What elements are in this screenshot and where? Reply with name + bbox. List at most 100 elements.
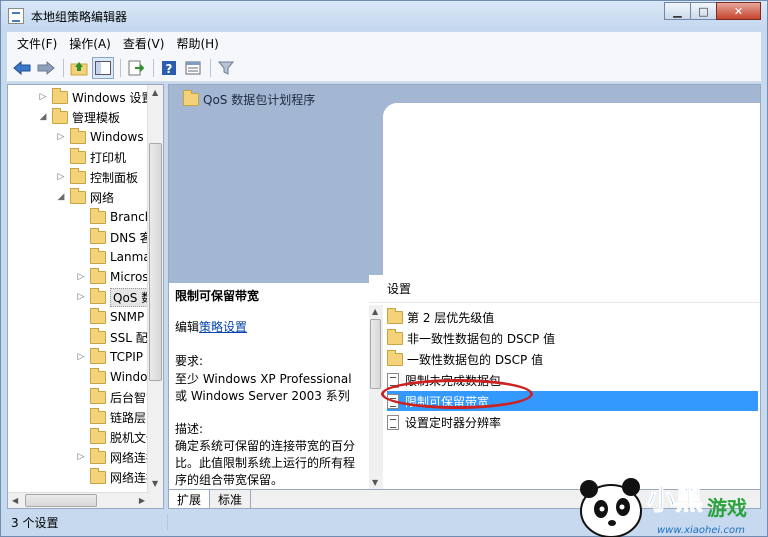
export-list-button[interactable] <box>125 57 147 79</box>
collapse-arrow-icon[interactable]: ◢ <box>38 112 48 122</box>
filter-icon <box>218 61 234 75</box>
tree-item[interactable]: 链路层 <box>76 407 146 427</box>
menu-action[interactable]: 操作(A) <box>63 35 117 52</box>
folder-icon <box>90 267 106 284</box>
scroll-up-icon[interactable]: ▲ <box>152 88 158 97</box>
watermark-text-2: 游戏 <box>707 496 747 520</box>
status-text: 3 个设置 <box>11 515 59 530</box>
tree-horizontal-scrollbar[interactable]: ◀ ▶ <box>8 492 149 508</box>
column-header-setting[interactable]: 设置 <box>369 275 760 303</box>
scroll-up-icon[interactable]: ▲ <box>372 307 378 316</box>
up-button[interactable] <box>68 57 90 79</box>
tab-standard[interactable]: 标准 <box>210 490 252 508</box>
menu-help[interactable]: 帮助(H) <box>170 35 224 52</box>
toolbar-separator <box>210 58 211 77</box>
tree-item[interactable]: ▷ 网络连接 <box>76 447 158 467</box>
window-title: 本地组策略编辑器 <box>31 10 128 24</box>
tree-vscroll-thumb[interactable] <box>149 143 162 381</box>
export-list-icon <box>128 60 144 75</box>
folder-icon <box>90 367 106 384</box>
requirements-line-2: 或 Windows Server 2003 系列 <box>175 389 350 403</box>
settings-row-label: 一致性数据包的 DSCP 值 <box>407 352 544 367</box>
list-vertical-scrollbar[interactable]: ▲ ▼ <box>369 305 383 489</box>
tree-item-label: 控制面板 <box>90 170 139 185</box>
tree-item[interactable]: ▷ Windows 设置 <box>38 87 153 107</box>
settings-row[interactable]: 第 2 层优先级值 <box>387 307 758 327</box>
description-label: 描述: <box>175 422 204 436</box>
expand-arrow-icon[interactable]: ▷ <box>56 172 66 182</box>
folder-icon <box>70 187 86 204</box>
settings-row[interactable]: 一致性数据包的 DSCP 值 <box>387 349 758 369</box>
tree-hscroll-thumb[interactable] <box>25 494 97 507</box>
app-window: 本地组策略编辑器 ▁ □ ✕ 文件(F) 操作(A) 查看(V) 帮助(H) ?… <box>0 0 768 537</box>
watermark-url: www.xiaohei.com <box>657 525 745 536</box>
scroll-down-icon[interactable]: ▼ <box>372 478 378 487</box>
folder-icon <box>90 427 106 444</box>
folder-icon <box>90 287 106 304</box>
tree-item[interactable]: 网络连接 <box>76 467 158 487</box>
tree-item[interactable]: ▷ TCPIP <box>76 347 143 367</box>
expand-arrow-icon[interactable]: ▷ <box>56 132 66 142</box>
folder-icon <box>387 307 403 324</box>
folder-icon <box>70 147 86 164</box>
expand-arrow-icon[interactable]: ▷ <box>38 92 48 102</box>
description-line-2: 比。此值限制系统上运行的所有程 <box>175 456 356 470</box>
folder-icon <box>90 447 106 464</box>
collapse-arrow-icon[interactable]: ◢ <box>56 192 66 202</box>
requirements-line-1: 至少 Windows XP Professional <box>175 372 352 386</box>
folder-icon <box>90 387 106 404</box>
tree-item[interactable]: ▷ Windows <box>56 127 144 147</box>
properties-button[interactable] <box>182 57 204 79</box>
help-button[interactable]: ? <box>158 57 180 79</box>
tree-vertical-scrollbar[interactable]: ▲ ▼ <box>147 85 163 508</box>
tree-item[interactable]: SNMP <box>76 307 144 327</box>
scroll-down-icon[interactable]: ▼ <box>152 479 158 488</box>
menu-file[interactable]: 文件(F) <box>11 35 63 52</box>
list-vscroll-thumb[interactable] <box>370 319 381 389</box>
toolbar-separator <box>153 58 154 77</box>
watermark-text: 小黑 <box>647 483 703 516</box>
show-hide-tree-button[interactable] <box>92 56 114 79</box>
tree-item[interactable]: 打印机 <box>56 147 126 167</box>
expand-arrow-icon[interactable]: ▷ <box>76 452 86 462</box>
tree-item[interactable]: ▷ 控制面板 <box>56 167 138 187</box>
folder-icon <box>90 247 106 264</box>
close-button[interactable]: ✕ <box>716 2 761 20</box>
maximize-icon: □ <box>698 4 709 18</box>
settings-row[interactable]: 设置定时器分辨率 <box>387 412 758 432</box>
menu-view[interactable]: 查看(V) <box>117 35 171 52</box>
tab-extended[interactable]: 扩展 <box>169 490 211 508</box>
tree-item[interactable]: Lanman <box>76 247 158 267</box>
description-line-1: 确定系统可保留的连接带宽的百分 <box>175 439 356 453</box>
gpedit-app-icon <box>8 8 24 24</box>
back-button[interactable] <box>11 57 33 79</box>
help-icon: ? <box>162 60 176 76</box>
description-line-3: 序的组合带宽保留。 <box>175 473 284 487</box>
edit-policy-link[interactable]: 策略设置 <box>199 320 247 334</box>
description-panel: 限制可保留带宽 编辑策略设置 要求: 至少 Windows XP Profess… <box>169 283 369 489</box>
toolbar: ? <box>7 54 761 82</box>
folder-icon <box>90 207 106 224</box>
policy-setting-icon <box>387 414 399 430</box>
expand-arrow-icon[interactable]: ▷ <box>76 292 86 302</box>
title-bar[interactable]: 本地组策略编辑器 ▁ □ ✕ <box>1 1 767 31</box>
scroll-right-icon[interactable]: ▶ <box>139 496 145 505</box>
tree-item[interactable]: 后台智能 <box>76 387 158 407</box>
expand-arrow-icon[interactable]: ▷ <box>76 272 86 282</box>
maximize-button[interactable]: □ <box>690 2 717 20</box>
forward-button[interactable] <box>35 57 57 79</box>
details-header-band: QoS 数据包计划程序 <box>169 85 760 283</box>
tree-item[interactable]: 脱机文件 <box>76 427 158 447</box>
minimize-button[interactable]: ▁ <box>664 2 691 20</box>
minimize-icon: ▁ <box>673 4 682 18</box>
settings-row[interactable]: 非一致性数据包的 DSCP 值 <box>387 328 758 348</box>
tree-item[interactable]: ◢ 管理模板 <box>38 107 120 127</box>
scroll-left-icon[interactable]: ◀ <box>12 496 18 505</box>
tree-item-label: 网络 <box>90 190 115 205</box>
highlight-annotation <box>381 379 533 409</box>
tree-item-label: TCPIP <box>110 350 144 364</box>
folder-icon <box>90 327 106 344</box>
expand-arrow-icon[interactable]: ▷ <box>76 352 86 362</box>
filter-button[interactable] <box>215 57 237 79</box>
tree-item[interactable]: ◢ 网络 <box>56 187 114 207</box>
